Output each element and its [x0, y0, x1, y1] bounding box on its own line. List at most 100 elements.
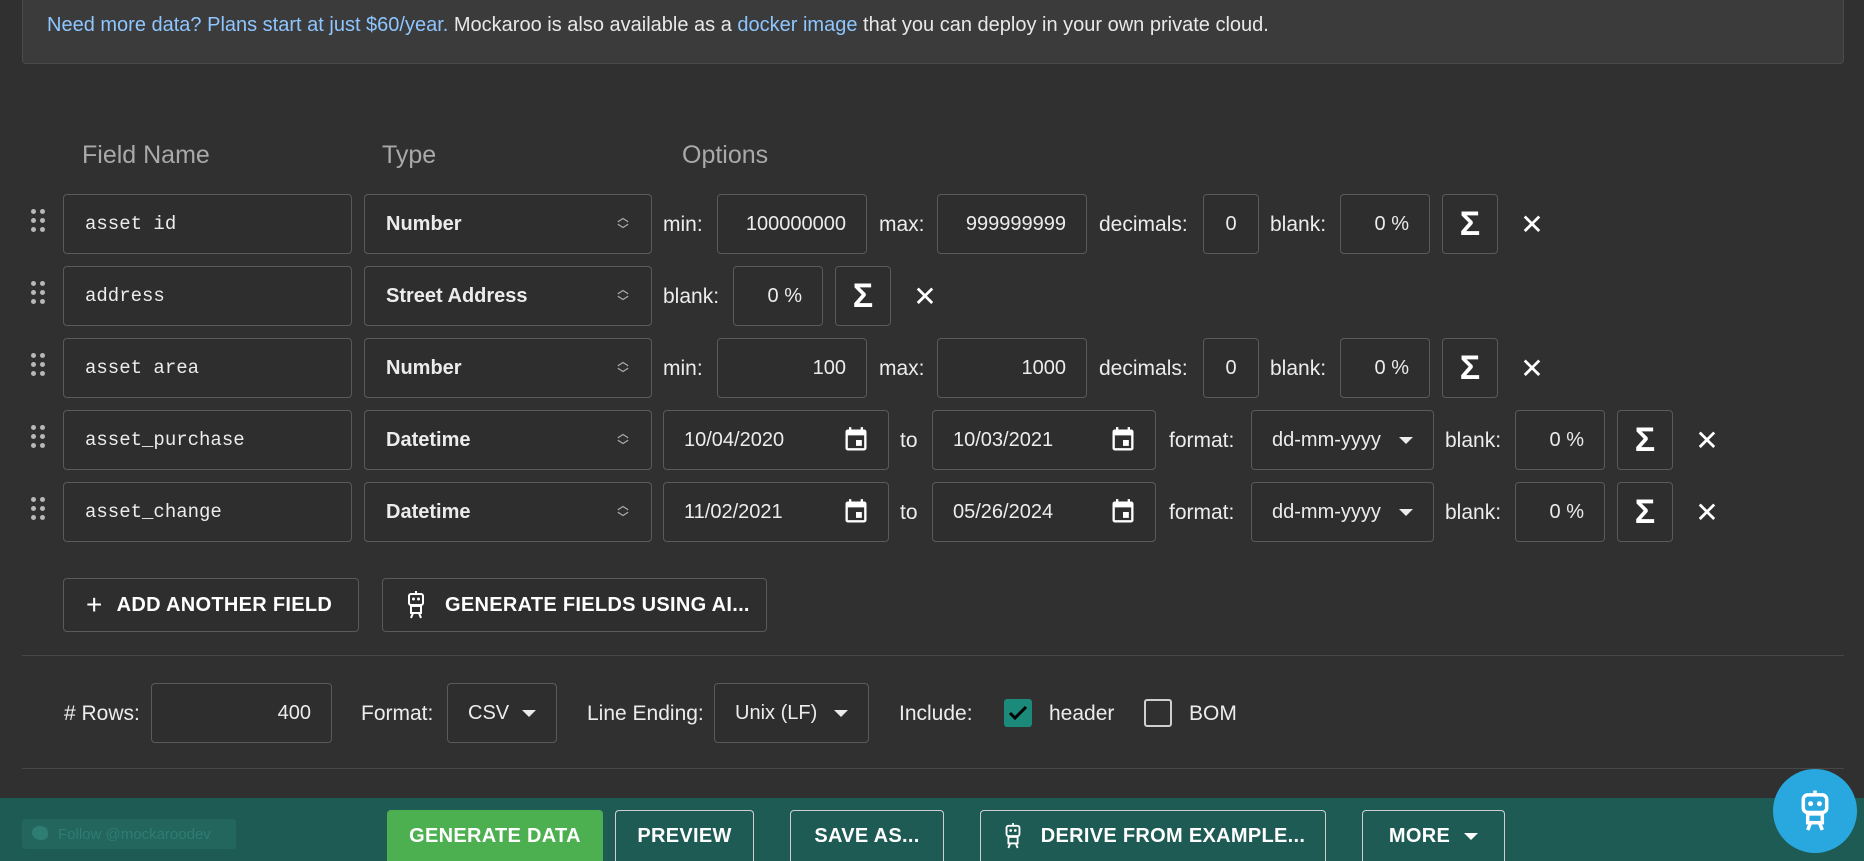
field-name-input[interactable]: asset_change: [63, 482, 352, 542]
plus-icon: +: [86, 589, 103, 620]
line-ending-value: Unix (LF): [735, 701, 818, 724]
min-label: min:: [663, 213, 703, 236]
from-date-value: 10/04/2020: [684, 428, 785, 451]
to-label: to: [900, 501, 918, 524]
field-type-select[interactable]: Datetime ︿ ﹀: [364, 482, 652, 542]
date-format-select[interactable]: dd-mm-yyyy: [1251, 410, 1434, 470]
field-type-select[interactable]: Number ︿ ﹀: [364, 338, 652, 398]
close-icon[interactable]: ✕: [1692, 410, 1722, 470]
line-ending-select[interactable]: Unix (LF): [714, 683, 869, 743]
field-name-input[interactable]: address: [63, 266, 352, 326]
decimals-input[interactable]: 0: [1203, 194, 1259, 254]
blank-label: blank:: [663, 285, 720, 308]
max-input[interactable]: 999999999: [937, 194, 1087, 254]
date-format-select[interactable]: dd-mm-yyyy: [1251, 482, 1434, 542]
derive-from-example-button[interactable]: DERIVE FROM EXAMPLE...: [980, 810, 1326, 861]
date-format-value: dd-mm-yyyy: [1272, 428, 1381, 451]
twitter-icon: [32, 826, 48, 840]
calendar-icon[interactable]: [1109, 425, 1137, 455]
bom-checkbox-label: BOM: [1189, 702, 1237, 725]
caret-down-icon: [522, 710, 536, 717]
format-label: format:: [1169, 501, 1235, 524]
drag-handle-icon[interactable]: [31, 209, 47, 239]
min-input[interactable]: 100000000: [717, 194, 867, 254]
to-date-value: 10/03/2021: [953, 428, 1054, 451]
to-date-input[interactable]: 05/26/2024: [932, 482, 1156, 542]
date-format-value: dd-mm-yyyy: [1272, 500, 1381, 523]
min-input[interactable]: 100: [717, 338, 867, 398]
drag-handle-icon[interactable]: [31, 281, 47, 311]
save-as-button[interactable]: SAVE AS...: [790, 810, 944, 861]
close-icon[interactable]: ✕: [1517, 194, 1547, 254]
close-icon[interactable]: ✕: [1517, 338, 1547, 398]
blank-percent-input[interactable]: 0 %: [1515, 410, 1605, 470]
blank-percent-input[interactable]: 0 %: [733, 266, 823, 326]
blank-label: blank:: [1270, 357, 1327, 380]
add-another-field-button[interactable]: + ADD ANOTHER FIELD: [63, 578, 359, 632]
format-label: Format:: [361, 702, 434, 725]
generate-data-button[interactable]: GENERATE DATA: [387, 810, 603, 861]
file-format-select[interactable]: CSV: [447, 683, 557, 743]
field-type-select[interactable]: Number ︿ ﹀: [364, 194, 652, 254]
close-icon[interactable]: ✕: [910, 266, 940, 326]
ai-fields-label: GENERATE FIELDS USING AI...: [445, 593, 750, 616]
chevron-up-down-icon: ︿ ﹀: [617, 212, 629, 236]
field-type-label: Street Address: [386, 284, 528, 307]
sigma-icon[interactable]: Σ: [1617, 410, 1673, 470]
header-checkbox-label: header: [1049, 702, 1115, 725]
derive-label: DERIVE FROM EXAMPLE...: [1040, 824, 1306, 847]
plans-link[interactable]: Need more data? Plans start at just $60/…: [47, 14, 448, 36]
docker-image-link[interactable]: docker image: [737, 14, 857, 36]
robot-icon: [408, 591, 424, 619]
field-type-select[interactable]: Datetime ︿ ﹀: [364, 410, 652, 470]
header-checkbox[interactable]: [1004, 699, 1032, 727]
field-type-select[interactable]: Street Address ︿ ﹀: [364, 266, 652, 326]
close-icon[interactable]: ✕: [1692, 482, 1722, 542]
field-name-input[interactable]: asset area: [63, 338, 352, 398]
blank-label: blank:: [1445, 429, 1502, 452]
rows-input[interactable]: 400: [151, 683, 332, 743]
follow-label: Follow @mockaroodev: [58, 825, 211, 843]
from-date-input[interactable]: 10/04/2020: [663, 410, 889, 470]
calendar-icon[interactable]: [1109, 497, 1137, 527]
sigma-icon[interactable]: Σ: [1617, 482, 1673, 542]
bom-checkbox[interactable]: [1144, 699, 1172, 727]
decimals-label: decimals:: [1099, 213, 1188, 236]
generate-fields-ai-button[interactable]: GENERATE FIELDS USING AI...: [382, 578, 767, 632]
to-date-input[interactable]: 10/03/2021: [932, 410, 1156, 470]
include-label: Include:: [899, 702, 973, 725]
decimals-input[interactable]: 0: [1203, 338, 1259, 398]
sigma-icon[interactable]: Σ: [1442, 338, 1498, 398]
drag-handle-icon[interactable]: [31, 425, 47, 455]
chevron-up-down-icon: ︿ ﹀: [617, 500, 629, 524]
banner-text-1: Mockaroo is also available as a: [448, 14, 738, 36]
blank-percent-input[interactable]: 0 %: [1515, 482, 1605, 542]
from-date-input[interactable]: 11/02/2021: [663, 482, 889, 542]
field-row: asset id Number ︿ ﹀ min: 100000000 max: 99…: [0, 194, 1864, 254]
blank-percent-input[interactable]: 0 %: [1340, 194, 1430, 254]
field-name-input[interactable]: asset_purchase: [63, 410, 352, 470]
field-name-input[interactable]: asset id: [63, 194, 352, 254]
rows-label: # Rows:: [64, 702, 140, 725]
column-header-options: Options: [682, 141, 769, 169]
more-button[interactable]: MORE: [1362, 810, 1505, 861]
sigma-icon[interactable]: Σ: [835, 266, 891, 326]
sigma-icon[interactable]: Σ: [1442, 194, 1498, 254]
column-header-field-name: Field Name: [82, 141, 210, 169]
drag-handle-icon[interactable]: [31, 353, 47, 383]
calendar-icon[interactable]: [842, 425, 870, 455]
follow-twitter-button[interactable]: Follow @mockaroodev: [22, 819, 236, 849]
preview-button[interactable]: PREVIEW: [615, 810, 754, 861]
drag-handle-icon[interactable]: [31, 497, 47, 527]
blank-percent-input[interactable]: 0 %: [1340, 338, 1430, 398]
caret-down-icon: [1399, 437, 1413, 444]
chat-assistant-button[interactable]: [1773, 769, 1857, 853]
robot-icon: [1801, 790, 1829, 831]
chevron-up-down-icon: ︿ ﹀: [617, 356, 629, 380]
max-label: max:: [879, 357, 925, 380]
field-type-label: Datetime: [386, 500, 471, 523]
field-row: asset_change Datetime ︿ ﹀ 11/02/2021 to 05…: [0, 482, 1864, 542]
max-input[interactable]: 1000: [937, 338, 1087, 398]
max-label: max:: [879, 213, 925, 236]
calendar-icon[interactable]: [842, 497, 870, 527]
